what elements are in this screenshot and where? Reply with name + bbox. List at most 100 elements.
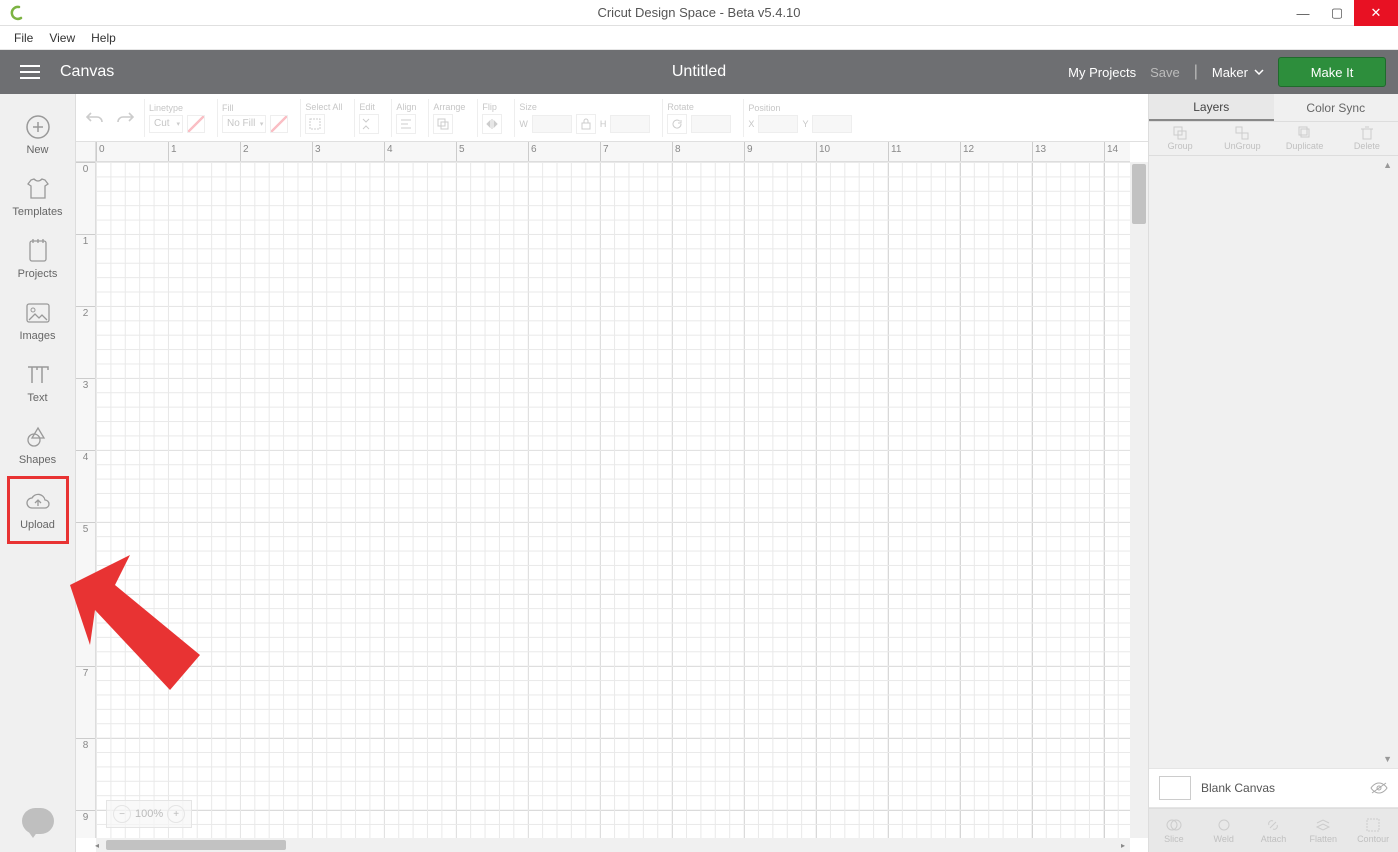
sidebar-shapes-label: Shapes (19, 454, 56, 466)
my-projects-link[interactable]: My Projects (1068, 65, 1136, 80)
linetype-dropdown[interactable]: Cut (149, 115, 183, 133)
sidebar-text[interactable]: Text (7, 352, 69, 414)
horizontal-scrollbar[interactable]: ◂▸ (96, 838, 1130, 852)
ruler-v-tick: 1 (76, 234, 95, 247)
layer-group-button[interactable]: Group (1149, 122, 1211, 155)
y-label: Y (802, 119, 808, 129)
arrange-dropdown[interactable] (433, 114, 453, 134)
menu-file[interactable]: File (6, 29, 41, 47)
machine-selector[interactable]: Maker (1212, 65, 1264, 80)
tab-layers[interactable]: Layers (1149, 94, 1274, 121)
ruler-h-tick: 12 (960, 142, 974, 161)
zoom-out-button[interactable]: − (113, 805, 131, 823)
layer-delete-button[interactable]: Delete (1336, 122, 1398, 155)
align-dropdown[interactable] (396, 114, 416, 134)
app-header: Canvas Untitled My Projects Save | Maker… (0, 50, 1398, 94)
rotate-label: Rotate (667, 102, 731, 112)
canvas-label: Canvas (60, 63, 114, 81)
header-divider: | (1194, 63, 1198, 81)
width-input[interactable] (532, 115, 572, 133)
zoom-in-button[interactable]: + (167, 805, 185, 823)
canvas-grid[interactable] (96, 162, 1130, 838)
ruler-v-tick: 2 (76, 306, 95, 319)
flip-dropdown[interactable] (482, 114, 502, 134)
fill-label: Fill (222, 103, 288, 113)
sidebar-templates[interactable]: Templates (7, 166, 69, 228)
attach-button[interactable]: Attach (1249, 809, 1299, 852)
flatten-button[interactable]: Flatten (1298, 809, 1348, 852)
height-input[interactable] (610, 115, 650, 133)
layer-duplicate-button[interactable]: Duplicate (1274, 122, 1336, 155)
tab-color-sync[interactable]: Color Sync (1274, 94, 1398, 121)
selectall-label: Select All (305, 102, 342, 112)
arrange-label: Arrange (433, 102, 465, 112)
lock-aspect-button[interactable] (576, 114, 596, 134)
menu-bar: File View Help (0, 26, 1398, 50)
make-it-button[interactable]: Make It (1278, 57, 1386, 87)
sidebar-new[interactable]: New (7, 104, 69, 166)
sidebar-templates-label: Templates (12, 206, 62, 218)
right-panel: Layers Color Sync Group UnGroup Duplicat… (1148, 94, 1398, 852)
select-all-button[interactable] (305, 114, 325, 134)
document-title[interactable]: Untitled (672, 63, 726, 81)
ruler-h-tick: 2 (240, 142, 249, 161)
shapes-icon (25, 424, 51, 450)
ruler-h-tick: 4 (384, 142, 393, 161)
blank-canvas-row[interactable]: Blank Canvas (1149, 768, 1398, 808)
menu-help[interactable]: Help (83, 29, 124, 47)
menu-view[interactable]: View (41, 29, 83, 47)
scroll-down-icon[interactable]: ▼ (1383, 754, 1392, 764)
vertical-ruler: 0123456789 (76, 162, 96, 838)
window-minimize-button[interactable]: — (1286, 0, 1320, 26)
plus-circle-icon (25, 114, 51, 140)
rotate-icon (667, 114, 687, 134)
ruler-h-tick: 13 (1032, 142, 1046, 161)
ruler-h-tick: 3 (312, 142, 321, 161)
fill-dropdown[interactable]: No Fill (222, 115, 266, 133)
width-label: W (519, 119, 528, 129)
slice-button[interactable]: Slice (1149, 809, 1199, 852)
sidebar-upload[interactable]: Upload (7, 476, 69, 544)
hamburger-menu-button[interactable] (0, 65, 60, 79)
sidebar-projects-label: Projects (18, 268, 58, 280)
window-close-button[interactable]: ✕ (1354, 0, 1398, 26)
linetype-swatch[interactable] (187, 115, 205, 133)
canvas-area[interactable]: 01234567891011121314 0123456789 ◂▸ − 100… (76, 142, 1148, 852)
fill-swatch[interactable] (270, 115, 288, 133)
scroll-up-icon[interactable]: ▲ (1383, 160, 1392, 170)
linetype-label: Linetype (149, 103, 205, 113)
ruler-h-tick: 10 (816, 142, 830, 161)
sidebar-images-label: Images (19, 330, 55, 342)
vertical-scrollbar[interactable] (1130, 162, 1148, 838)
sidebar-upload-label: Upload (20, 519, 55, 531)
window-maximize-button[interactable]: ▢ (1320, 0, 1354, 26)
x-input[interactable] (758, 115, 798, 133)
image-icon (25, 300, 51, 326)
work-area: Linetype Cut Fill No Fill Select All Edi… (76, 94, 1148, 852)
ruler-h-tick: 14 (1104, 142, 1118, 161)
chat-bubble-icon[interactable] (22, 808, 54, 834)
edit-dropdown[interactable] (359, 114, 379, 134)
redo-button[interactable] (114, 107, 136, 129)
position-label: Position (748, 103, 852, 113)
blank-canvas-thumb (1159, 776, 1191, 800)
layer-ungroup-button[interactable]: UnGroup (1211, 122, 1273, 155)
undo-button[interactable] (84, 107, 106, 129)
y-input[interactable] (812, 115, 852, 133)
sidebar-shapes[interactable]: Shapes (7, 414, 69, 476)
layer-list: ▲ ▼ (1149, 156, 1398, 768)
sidebar-projects[interactable]: Projects (7, 228, 69, 290)
tshirt-icon (25, 176, 51, 202)
zoom-level: 100% (135, 808, 163, 820)
ruler-v-tick: 4 (76, 450, 95, 463)
weld-button[interactable]: Weld (1199, 809, 1249, 852)
visibility-toggle-icon[interactable] (1370, 782, 1388, 794)
chevron-down-icon (1254, 69, 1264, 75)
sidebar-images[interactable]: Images (7, 290, 69, 352)
ruler-h-tick: 1 (168, 142, 177, 161)
save-button[interactable]: Save (1150, 65, 1180, 80)
contour-button[interactable]: Contour (1348, 809, 1398, 852)
ruler-v-tick: 0 (76, 162, 95, 175)
flip-label: Flip (482, 102, 502, 112)
rotate-input[interactable] (691, 115, 731, 133)
